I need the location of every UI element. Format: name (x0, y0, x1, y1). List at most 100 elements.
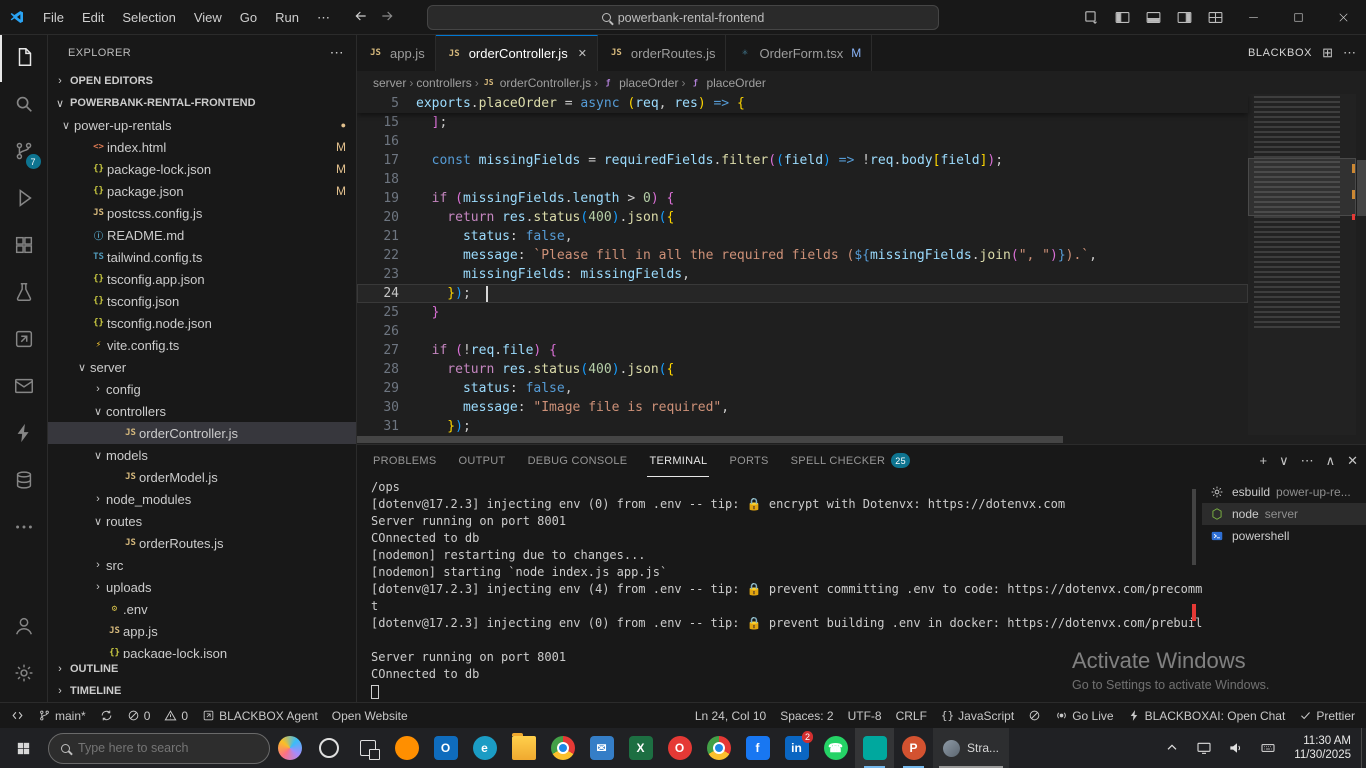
customize-layout-icon[interactable] (1200, 9, 1231, 26)
file-vite-config-ts[interactable]: ⚡ vite.config.ts (48, 334, 356, 356)
status-language-mode[interactable]: {} JavaScript (934, 703, 1021, 728)
folder-node-modules[interactable]: › node_modules (48, 488, 356, 510)
tray-hidden-icons[interactable] (1156, 728, 1188, 768)
code-line-28[interactable]: 28 return res.status(400).json({ (357, 360, 1248, 379)
folder-config[interactable]: › config (48, 378, 356, 400)
panel-tab-spell-checker[interactable]: SPELL CHECKER 25 (789, 445, 912, 477)
taskbar-search-input[interactable] (78, 741, 238, 755)
file--env[interactable]: ⚙ .env (48, 598, 356, 620)
sticky-line-5[interactable]: 5 exports.placeOrder = async (req, res) =… (357, 94, 1248, 113)
status-encoding[interactable]: UTF-8 (841, 703, 889, 728)
menu-item-more[interactable]: ⋯ (308, 0, 339, 35)
code-editor[interactable]: 15 ]; 16 17 const missingFields = required… (357, 94, 1366, 435)
breadcrumb-item[interactable]: ƒ placeOrder (601, 76, 679, 90)
terminal-profiles-icon[interactable]: ∨ (1279, 453, 1289, 469)
folder-uploads[interactable]: › uploads (48, 576, 356, 598)
taskbar-task-view[interactable] (348, 728, 387, 768)
activity-database[interactable] (0, 458, 48, 505)
terminal-output[interactable]: /ops [dotenv@17.2.3] injecting env (0) fr… (357, 477, 1202, 702)
file-tailwind-config-ts[interactable]: TS tailwind.config.ts (48, 246, 356, 268)
panel-tab-ports[interactable]: PORTS (727, 445, 770, 477)
taskbar-edge[interactable]: e (465, 728, 504, 768)
editor-horizontal-scrollbar[interactable] (357, 436, 1064, 443)
minimap[interactable] (1248, 94, 1356, 435)
status-prettier[interactable]: Prettier (1292, 703, 1362, 728)
status-eol[interactable]: CRLF (889, 703, 934, 728)
menu-item-run[interactable]: Run (266, 0, 308, 35)
status-cursor-position[interactable]: Ln 24, Col 10 (688, 703, 773, 728)
terminal-session-node[interactable]: node server (1202, 503, 1366, 525)
code-line-19[interactable]: 19 if (missingFields.length > 0) { (357, 189, 1248, 208)
panel-tab-problems[interactable]: PROBLEMS (371, 445, 439, 477)
breadcrumb-item[interactable]: server (373, 76, 406, 90)
toggle-sidebar-icon[interactable] (1107, 9, 1138, 26)
file-package-json[interactable]: {} package.json M (48, 180, 356, 202)
code-line-17[interactable]: 17 const missingFields = requiredFields.… (357, 151, 1248, 170)
terminal-scrollbar[interactable] (1192, 489, 1196, 565)
taskbar-facebook[interactable]: f (738, 728, 777, 768)
activity-thunder-client[interactable] (0, 411, 48, 458)
file-postcss-config-js[interactable]: JS postcss.config.js (48, 202, 356, 224)
status-git-sync[interactable] (93, 703, 120, 728)
status-blackboxai-chat[interactable]: BLACKBOXAI: Open Chat (1121, 703, 1293, 728)
activity-chat[interactable] (0, 364, 48, 411)
code-line-25[interactable]: 25 } (357, 303, 1248, 322)
activity-accounts[interactable] (0, 604, 48, 651)
minimize-button[interactable] (1231, 0, 1276, 34)
back-button[interactable] (353, 8, 369, 27)
file-ordercontroller-js[interactable]: JS orderController.js (48, 422, 356, 444)
command-center-search[interactable]: powerbank-rental-frontend (427, 5, 939, 30)
folder-routes[interactable]: ∨ routes (48, 510, 356, 532)
menu-item-go[interactable]: Go (231, 0, 266, 35)
menu-item-edit[interactable]: Edit (73, 0, 113, 35)
breadcrumb-item[interactable]: controllers (416, 76, 471, 90)
taskbar-copilot[interactable] (270, 728, 309, 768)
taskbar-file-explorer[interactable] (504, 728, 543, 768)
activity-blackbox[interactable] (0, 317, 48, 364)
taskbar-vscode[interactable] (855, 728, 894, 768)
tray-volume[interactable] (1220, 728, 1252, 768)
forward-button[interactable] (379, 8, 395, 27)
file-orderroutes-js[interactable]: JS orderRoutes.js (48, 532, 356, 554)
code-line-30[interactable]: 30 message: "Image file is required", (357, 398, 1248, 417)
split-editor-icon[interactable]: ⊞ (1322, 45, 1333, 61)
folder-controllers[interactable]: ∨ controllers (48, 400, 356, 422)
status-blackbox-agent[interactable]: BLACKBOX Agent (195, 703, 325, 728)
code-line-23[interactable]: 23 missingFields: missingFields, (357, 265, 1248, 284)
taskbar-powerpoint[interactable]: P (894, 728, 933, 768)
status-go-live[interactable]: Go Live (1048, 703, 1120, 728)
activity-run-debug[interactable] (0, 176, 48, 223)
taskbar-cortana[interactable] (309, 728, 348, 768)
tray-touch-keyboard[interactable] (1252, 728, 1284, 768)
toggle-secondary-sidebar-icon[interactable] (1169, 9, 1200, 26)
code-line-15[interactable]: 15 ]; (357, 113, 1248, 132)
taskbar-excel[interactable]: X (621, 728, 660, 768)
activity-testing[interactable] (0, 270, 48, 317)
breadcrumb-item[interactable]: JS orderController.js (482, 76, 591, 90)
taskbar-chrome-2[interactable] (699, 728, 738, 768)
file-package-lock-json[interactable]: {} package-lock.json M (48, 158, 356, 180)
file-tsconfig-json[interactable]: {} tsconfig.json (48, 290, 356, 312)
status-git-branch[interactable]: main* (31, 703, 93, 728)
toggle-panel-icon[interactable] (1138, 9, 1169, 26)
code-line-22[interactable]: 22 message: `Please fill in all the requ… (357, 246, 1248, 265)
activity-source-control[interactable]: 7 (0, 129, 48, 176)
close-icon[interactable]: ✕ (578, 47, 587, 60)
file-readme-md[interactable]: ⓘ README.md (48, 224, 356, 246)
code-line-29[interactable]: 29 status: false, (357, 379, 1248, 398)
panel-tab-output[interactable]: OUTPUT (457, 445, 508, 477)
code-line-26[interactable]: 26 (357, 322, 1248, 341)
code-line-27[interactable]: 27 if (!req.file) { (357, 341, 1248, 360)
sticky-scroll[interactable]: 5 exports.placeOrder = async (req, res) =… (357, 94, 1248, 113)
show-desktop-button[interactable] (1361, 728, 1366, 768)
more-actions-icon[interactable]: ⋯ (1301, 453, 1314, 469)
editor-vertical-scrollbar[interactable] (1357, 160, 1366, 216)
taskbar-chrome[interactable] (543, 728, 582, 768)
panel-tab-terminal[interactable]: TERMINAL (647, 445, 710, 477)
status-problems-errors[interactable]: 0 (120, 703, 158, 728)
workspace-root-header[interactable]: ∨ POWERBANK-RENTAL-FRONTEND (48, 92, 356, 114)
tab-orderroutes-js[interactable]: JS orderRoutes.js (597, 35, 727, 71)
status-do-not-disturb[interactable] (1021, 703, 1048, 728)
code-line-31[interactable]: 31 }); (357, 417, 1248, 435)
menu-item-view[interactable]: View (185, 0, 231, 35)
